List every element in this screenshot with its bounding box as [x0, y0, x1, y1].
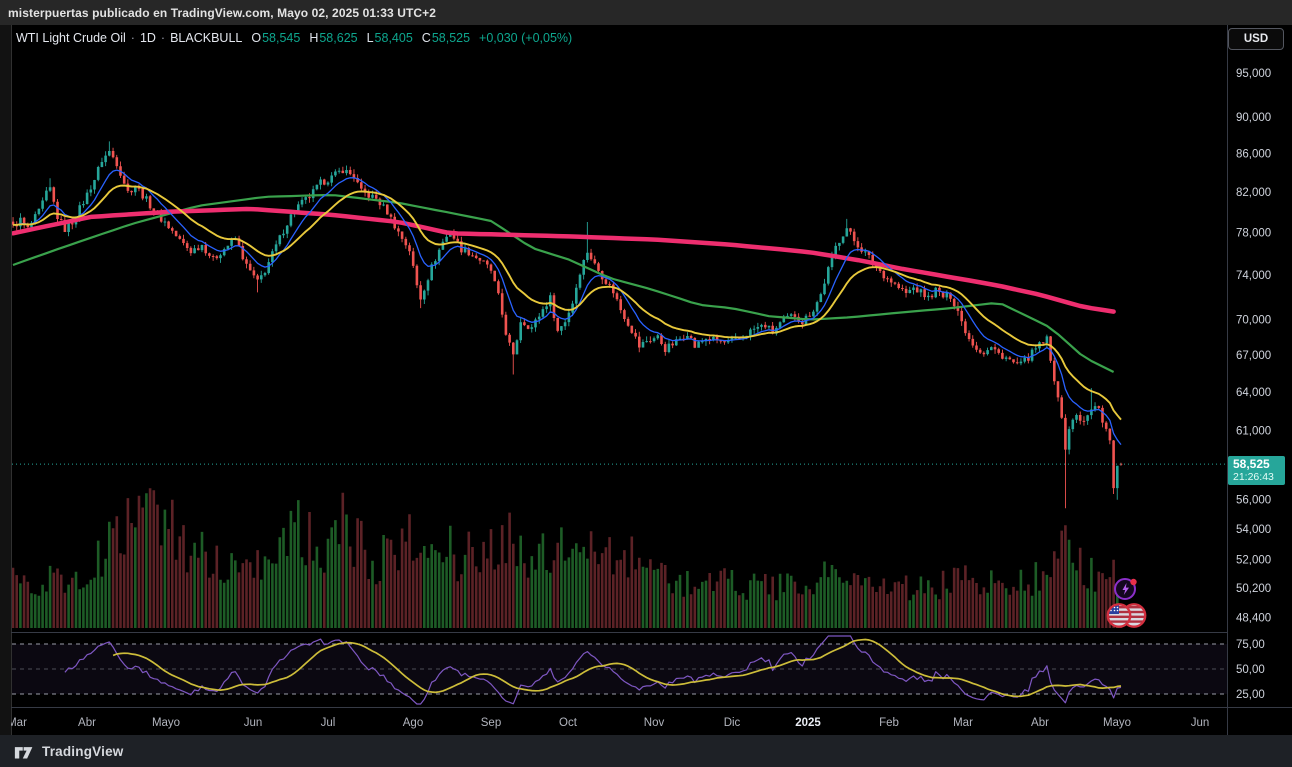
tradingview-logo-icon[interactable] [14, 744, 35, 759]
tradingview-chart-page: 95,00090,00086,00082,00078,00074,00070,0… [0, 0, 1292, 767]
economic-event-lightning-icon[interactable] [1112, 575, 1140, 603]
notification-dot [1130, 578, 1137, 586]
legend-separator: · [160, 31, 166, 45]
brand-name[interactable]: TradingView [42, 744, 123, 759]
time-scale-hitarea[interactable] [11, 707, 1292, 735]
interval-label[interactable]: 1D [140, 31, 156, 45]
symbol-legend[interactable]: WTI Light Crude Oil · 1D · BLACKBULL O 5… [16, 31, 572, 45]
price-pane-hitarea[interactable] [12, 26, 1227, 632]
close-value: 58,525 [431, 31, 471, 45]
price-scale-hitarea[interactable] [1227, 26, 1292, 707]
open-value: 58,545 [262, 31, 301, 45]
exchange-label: BLACKBULL [170, 31, 243, 45]
last-price-label: 58,525 21:26:43 [1228, 456, 1285, 485]
low-letter: L [366, 31, 374, 45]
symbol-title[interactable]: WTI Light Crude Oil [16, 31, 126, 45]
last-price-value: 58,525 [1233, 457, 1270, 471]
publication-bar: misterpuertas publicado en TradingView.c… [0, 0, 1292, 25]
rsi-pane-hitarea[interactable] [12, 632, 1227, 707]
chart-canvas[interactable]: 95,00090,00086,00082,00078,00074,00070,0… [0, 0, 1292, 767]
low-value: 58,405 [374, 31, 413, 45]
change-value: +0,030 (+0,05%) [479, 31, 573, 45]
publication-text: misterpuertas publicado en TradingView.c… [8, 5, 437, 20]
currency-button[interactable]: USD [1228, 28, 1284, 50]
us-flag-events-icon[interactable] [1105, 601, 1149, 630]
bar-countdown: 21:26:43 [1233, 471, 1274, 483]
close-letter: C [421, 31, 431, 45]
currency-button-label: USD [1243, 33, 1269, 45]
legend-separator: · [130, 31, 135, 45]
open-letter: O [251, 31, 262, 45]
left-gutter [0, 25, 11, 735]
high-letter: H [309, 31, 319, 45]
high-value: 58,625 [319, 31, 358, 45]
brand-bar: TradingView [0, 735, 1292, 767]
